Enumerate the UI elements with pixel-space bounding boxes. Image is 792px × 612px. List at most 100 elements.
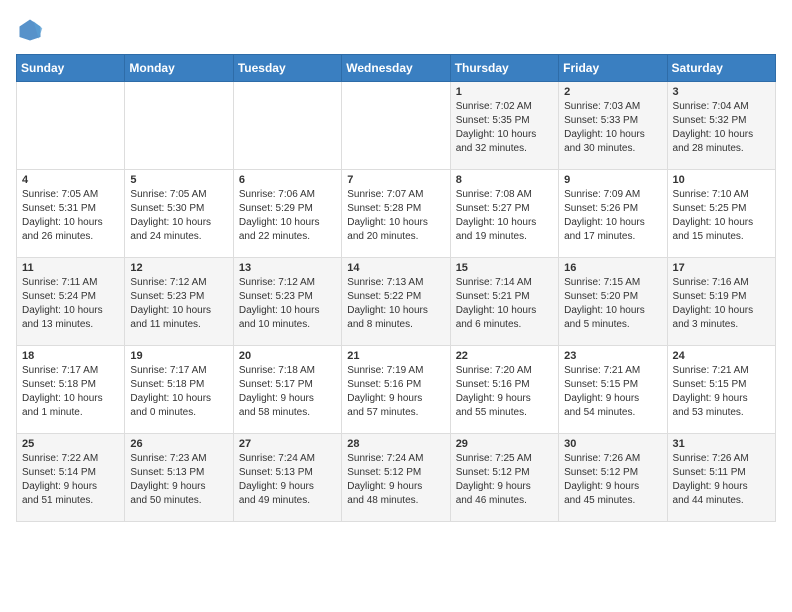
day-cell: 6 Sunrise: 7:06 AM Sunset: 5:29 PM Daylig… bbox=[233, 170, 341, 258]
day-cell bbox=[125, 82, 233, 170]
day-number: 8 bbox=[456, 174, 553, 186]
day-number: 3 bbox=[673, 86, 770, 98]
day-info: Sunrise: 7:02 AM Sunset: 5:35 PM Dayligh… bbox=[456, 100, 553, 156]
day-info: Sunrise: 7:21 AM Sunset: 5:15 PM Dayligh… bbox=[673, 364, 770, 420]
day-number: 19 bbox=[130, 350, 227, 362]
day-info: Sunrise: 7:06 AM Sunset: 5:29 PM Dayligh… bbox=[239, 188, 336, 244]
day-number: 14 bbox=[347, 262, 444, 274]
day-number: 7 bbox=[347, 174, 444, 186]
day-number: 25 bbox=[22, 438, 119, 450]
day-cell: 1 Sunrise: 7:02 AM Sunset: 5:35 PM Daylig… bbox=[450, 82, 558, 170]
day-number: 18 bbox=[22, 350, 119, 362]
day-number: 31 bbox=[673, 438, 770, 450]
day-cell: 21Sunrise: 7:19 AM Sunset: 5:16 PM Dayli… bbox=[342, 346, 450, 434]
day-number: 29 bbox=[456, 438, 553, 450]
col-header-friday: Friday bbox=[559, 55, 667, 82]
day-number: 30 bbox=[564, 438, 661, 450]
day-info: Sunrise: 7:16 AM Sunset: 5:19 PM Dayligh… bbox=[673, 276, 770, 332]
day-info: Sunrise: 7:17 AM Sunset: 5:18 PM Dayligh… bbox=[130, 364, 227, 420]
day-info: Sunrise: 7:13 AM Sunset: 5:22 PM Dayligh… bbox=[347, 276, 444, 332]
day-cell: 22 Sunrise: 7:20 AM Sunset: 5:16 PM Dayli… bbox=[450, 346, 558, 434]
day-info: Sunrise: 7:04 AM Sunset: 5:32 PM Dayligh… bbox=[673, 100, 770, 156]
day-cell: 11 Sunrise: 7:11 AM Sunset: 5:24 PM Dayli… bbox=[17, 258, 125, 346]
day-number: 27 bbox=[239, 438, 336, 450]
day-info: Sunrise: 7:22 AM Sunset: 5:14 PM Dayligh… bbox=[22, 452, 119, 508]
day-info: Sunrise: 7:17 AM Sunset: 5:18 PM Dayligh… bbox=[22, 364, 119, 420]
day-cell: 23 Sunrise: 7:21 AM Sunset: 5:15 PM Dayli… bbox=[559, 346, 667, 434]
day-info: Sunrise: 7:08 AM Sunset: 5:27 PM Dayligh… bbox=[456, 188, 553, 244]
day-number: 10 bbox=[673, 174, 770, 186]
day-number: 1 bbox=[456, 86, 553, 98]
calendar-header: SundayMondayTuesdayWednesdayThursdayFrid… bbox=[17, 55, 776, 82]
day-cell: 9Sunrise: 7:09 AM Sunset: 5:26 PM Daylig… bbox=[559, 170, 667, 258]
day-number: 16 bbox=[564, 262, 661, 274]
day-info: Sunrise: 7:18 AM Sunset: 5:17 PM Dayligh… bbox=[239, 364, 336, 420]
day-cell bbox=[17, 82, 125, 170]
day-number: 13 bbox=[239, 262, 336, 274]
day-cell: 2 Sunrise: 7:03 AM Sunset: 5:33 PM Daylig… bbox=[559, 82, 667, 170]
day-number: 5 bbox=[130, 174, 227, 186]
day-number: 23 bbox=[564, 350, 661, 362]
day-info: Sunrise: 7:21 AM Sunset: 5:15 PM Dayligh… bbox=[564, 364, 661, 420]
day-info: Sunrise: 7:23 AM Sunset: 5:13 PM Dayligh… bbox=[130, 452, 227, 508]
day-info: Sunrise: 7:10 AM Sunset: 5:25 PM Dayligh… bbox=[673, 188, 770, 244]
day-number: 21 bbox=[347, 350, 444, 362]
day-cell: 28Sunrise: 7:24 AM Sunset: 5:12 PM Dayli… bbox=[342, 434, 450, 522]
logo bbox=[16, 16, 48, 44]
day-number: 2 bbox=[564, 86, 661, 98]
day-number: 11 bbox=[22, 262, 119, 274]
day-cell: 12Sunrise: 7:12 AM Sunset: 5:23 PM Dayli… bbox=[125, 258, 233, 346]
day-cell: 26Sunrise: 7:23 AM Sunset: 5:13 PM Dayli… bbox=[125, 434, 233, 522]
day-info: Sunrise: 7:07 AM Sunset: 5:28 PM Dayligh… bbox=[347, 188, 444, 244]
day-cell: 19 Sunrise: 7:17 AM Sunset: 5:18 PM Dayli… bbox=[125, 346, 233, 434]
calendar-body: 1 Sunrise: 7:02 AM Sunset: 5:35 PM Daylig… bbox=[17, 82, 776, 522]
day-cell bbox=[342, 82, 450, 170]
day-cell bbox=[233, 82, 341, 170]
week-row-5: 25 Sunrise: 7:22 AM Sunset: 5:14 PM Dayli… bbox=[17, 434, 776, 522]
day-cell: 3 Sunrise: 7:04 AM Sunset: 5:32 PM Daylig… bbox=[667, 82, 775, 170]
day-info: Sunrise: 7:11 AM Sunset: 5:24 PM Dayligh… bbox=[22, 276, 119, 332]
day-cell: 15 Sunrise: 7:14 AM Sunset: 5:21 PM Dayli… bbox=[450, 258, 558, 346]
header-row: SundayMondayTuesdayWednesdayThursdayFrid… bbox=[17, 55, 776, 82]
day-cell: 7 Sunrise: 7:07 AM Sunset: 5:28 PM Daylig… bbox=[342, 170, 450, 258]
calendar-table: SundayMondayTuesdayWednesdayThursdayFrid… bbox=[16, 54, 776, 522]
day-number: 15 bbox=[456, 262, 553, 274]
day-cell: 16Sunrise: 7:15 AM Sunset: 5:20 PM Dayli… bbox=[559, 258, 667, 346]
day-info: Sunrise: 7:05 AM Sunset: 5:31 PM Dayligh… bbox=[22, 188, 119, 244]
day-info: Sunrise: 7:24 AM Sunset: 5:13 PM Dayligh… bbox=[239, 452, 336, 508]
day-cell: 17 Sunrise: 7:16 AM Sunset: 5:19 PM Dayli… bbox=[667, 258, 775, 346]
week-row-4: 18 Sunrise: 7:17 AM Sunset: 5:18 PM Dayli… bbox=[17, 346, 776, 434]
day-cell: 8 Sunrise: 7:08 AM Sunset: 5:27 PM Daylig… bbox=[450, 170, 558, 258]
week-row-3: 11 Sunrise: 7:11 AM Sunset: 5:24 PM Dayli… bbox=[17, 258, 776, 346]
day-info: Sunrise: 7:25 AM Sunset: 5:12 PM Dayligh… bbox=[456, 452, 553, 508]
week-row-2: 4 Sunrise: 7:05 AM Sunset: 5:31 PM Daylig… bbox=[17, 170, 776, 258]
day-info: Sunrise: 7:14 AM Sunset: 5:21 PM Dayligh… bbox=[456, 276, 553, 332]
day-number: 24 bbox=[673, 350, 770, 362]
day-cell: 4 Sunrise: 7:05 AM Sunset: 5:31 PM Daylig… bbox=[17, 170, 125, 258]
day-info: Sunrise: 7:03 AM Sunset: 5:33 PM Dayligh… bbox=[564, 100, 661, 156]
day-number: 6 bbox=[239, 174, 336, 186]
day-cell: 18 Sunrise: 7:17 AM Sunset: 5:18 PM Dayli… bbox=[17, 346, 125, 434]
day-info: Sunrise: 7:26 AM Sunset: 5:11 PM Dayligh… bbox=[673, 452, 770, 508]
col-header-monday: Monday bbox=[125, 55, 233, 82]
day-info: Sunrise: 7:20 AM Sunset: 5:16 PM Dayligh… bbox=[456, 364, 553, 420]
day-cell: 25 Sunrise: 7:22 AM Sunset: 5:14 PM Dayli… bbox=[17, 434, 125, 522]
day-number: 22 bbox=[456, 350, 553, 362]
col-header-sunday: Sunday bbox=[17, 55, 125, 82]
day-number: 4 bbox=[22, 174, 119, 186]
col-header-saturday: Saturday bbox=[667, 55, 775, 82]
logo-icon bbox=[16, 16, 44, 44]
day-info: Sunrise: 7:12 AM Sunset: 5:23 PM Dayligh… bbox=[239, 276, 336, 332]
day-cell: 24 Sunrise: 7:21 AM Sunset: 5:15 PM Dayli… bbox=[667, 346, 775, 434]
day-info: Sunrise: 7:26 AM Sunset: 5:12 PM Dayligh… bbox=[564, 452, 661, 508]
day-cell: 27 Sunrise: 7:24 AM Sunset: 5:13 PM Dayli… bbox=[233, 434, 341, 522]
day-number: 20 bbox=[239, 350, 336, 362]
day-cell: 20 Sunrise: 7:18 AM Sunset: 5:17 PM Dayli… bbox=[233, 346, 341, 434]
day-number: 12 bbox=[130, 262, 227, 274]
page-header bbox=[16, 16, 776, 44]
day-cell: 31 Sunrise: 7:26 AM Sunset: 5:11 PM Dayli… bbox=[667, 434, 775, 522]
day-cell: 30 Sunrise: 7:26 AM Sunset: 5:12 PM Dayli… bbox=[559, 434, 667, 522]
day-cell: 5Sunrise: 7:05 AM Sunset: 5:30 PM Daylig… bbox=[125, 170, 233, 258]
day-cell: 13 Sunrise: 7:12 AM Sunset: 5:23 PM Dayli… bbox=[233, 258, 341, 346]
day-number: 17 bbox=[673, 262, 770, 274]
